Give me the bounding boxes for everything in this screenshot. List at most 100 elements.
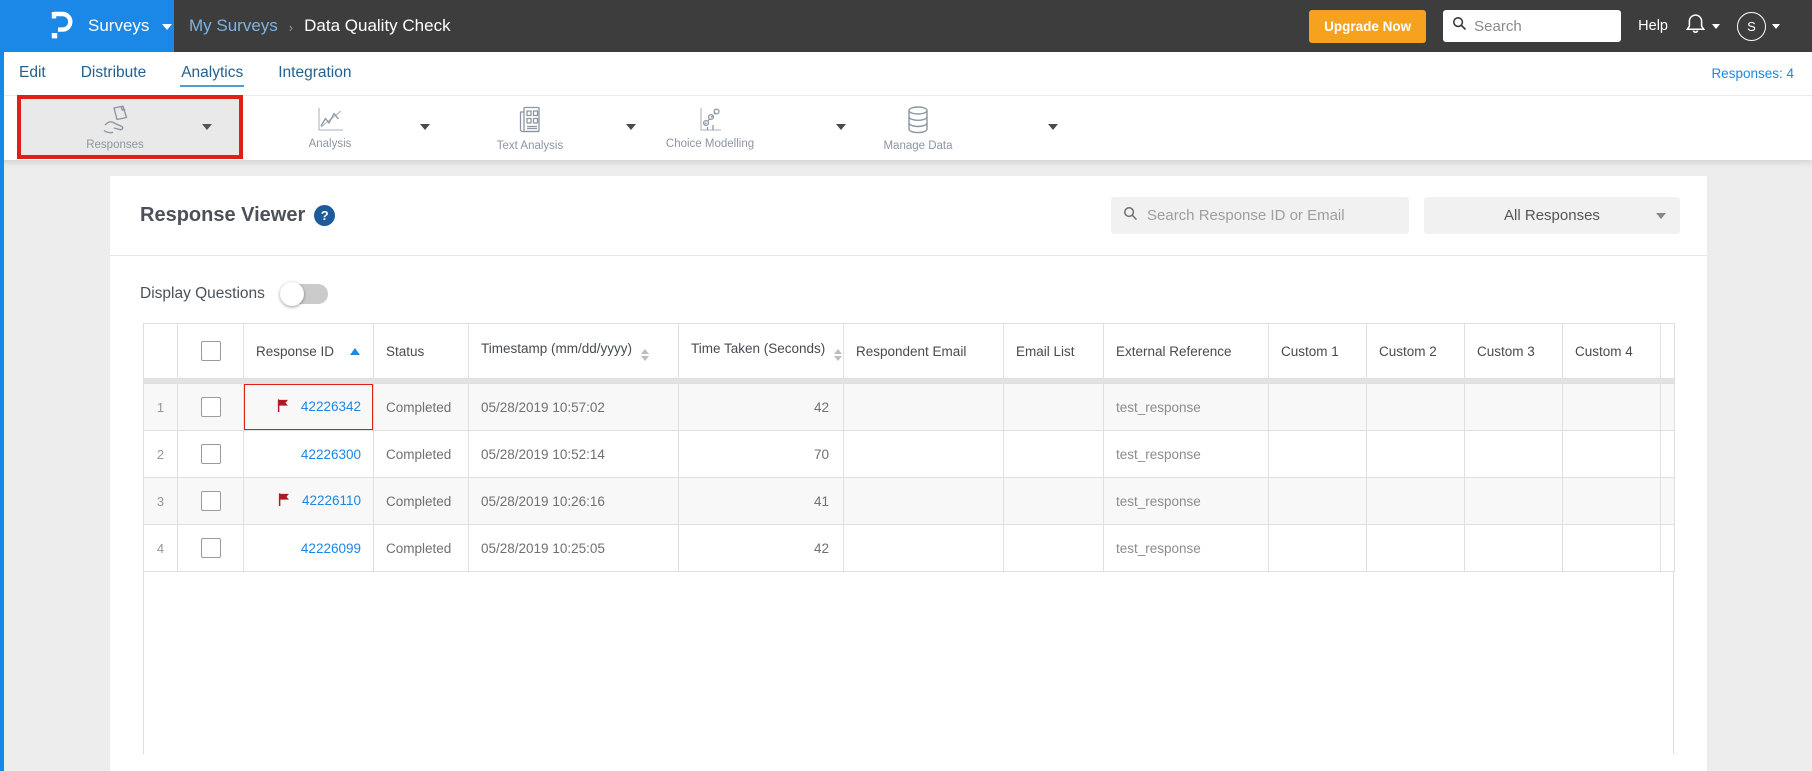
external-reference-cell: test_response: [1103, 477, 1269, 525]
responses-filter-dropdown[interactable]: All Responses: [1424, 197, 1680, 234]
sort-asc-icon: [350, 347, 361, 355]
email-list-cell: [1003, 477, 1104, 525]
overflow-cell: [1660, 524, 1675, 572]
table-row: 1 42226342 Completed 05/28/2019 10:57:02…: [143, 383, 1675, 431]
top-bar: Surveys My Surveys › Data Quality Check …: [0, 0, 1812, 52]
custom2-cell: [1366, 383, 1465, 431]
response-id-link[interactable]: 42226300: [301, 447, 361, 462]
breadcrumb-my-surveys[interactable]: My Surveys: [189, 16, 278, 36]
tab-integration[interactable]: Integration: [277, 61, 352, 87]
help-link[interactable]: Help: [1638, 18, 1668, 34]
toolbar-responses-button[interactable]: Responses: [17, 95, 243, 159]
col-response-id[interactable]: Response ID: [243, 323, 374, 379]
response-id-cell: 42226300: [243, 430, 374, 478]
custom4-cell: [1562, 477, 1661, 525]
col-respondent-email: Respondent Email: [843, 323, 1004, 379]
choice-modelling-dropdown-caret-icon[interactable]: [836, 124, 846, 130]
account-caret-icon: [1772, 23, 1780, 29]
display-questions-toggle[interactable]: [279, 282, 328, 306]
breadcrumb-separator-icon: ›: [288, 19, 294, 35]
tab-analytics[interactable]: Analytics: [180, 61, 245, 87]
responses-icon: [97, 103, 133, 135]
manage-data-icon: [902, 104, 934, 136]
table-row: 3 42226110 Completed 05/28/2019 10:26:16…: [143, 477, 1675, 525]
status-cell: Completed: [373, 383, 469, 431]
col-timestamp[interactable]: Timestamp (mm/dd/yyyy): [468, 323, 679, 379]
custom4-cell: [1562, 524, 1661, 572]
row-checkbox-cell: [177, 477, 244, 525]
custom1-cell: [1268, 477, 1367, 525]
external-reference-cell: test_response: [1103, 383, 1269, 431]
row-checkbox[interactable]: [200, 444, 221, 464]
row-number: 4: [143, 524, 178, 572]
col-status: Status: [373, 323, 469, 379]
global-search-input[interactable]: [1474, 17, 1613, 35]
response-search-box[interactable]: [1111, 197, 1409, 234]
row-number: 3: [143, 477, 178, 525]
respondent-email-cell: [843, 477, 1004, 525]
avatar: S: [1737, 11, 1766, 41]
table-scroll-area: [143, 572, 1674, 754]
response-id-link[interactable]: 42226110: [302, 493, 361, 508]
choice-modelling-icon: [693, 104, 727, 134]
text-analysis-dropdown-caret-icon[interactable]: [626, 124, 636, 130]
toolbar-text-analysis-button[interactable]: Text Analysis: [460, 104, 600, 152]
col-custom-1: Custom 1: [1268, 323, 1367, 379]
response-viewer-panel: Response Viewer ? All Responses Display …: [110, 176, 1707, 771]
analysis-icon: [313, 104, 347, 134]
analysis-dropdown-caret-icon[interactable]: [420, 124, 430, 130]
account-menu[interactable]: S: [1737, 11, 1780, 41]
surveys-menu-caret-icon: [162, 24, 173, 30]
col-custom-3: Custom 3: [1464, 323, 1563, 379]
notifications-menu[interactable]: [1685, 12, 1720, 40]
sort-icon: [834, 349, 843, 361]
row-checkbox[interactable]: [200, 538, 221, 558]
row-checkbox[interactable]: [200, 397, 221, 417]
manage-data-dropdown-caret-icon[interactable]: [1048, 124, 1058, 130]
tab-edit[interactable]: Edit: [18, 61, 47, 87]
col-custom-2: Custom 2: [1366, 323, 1465, 379]
response-id-link[interactable]: 42226099: [301, 541, 361, 556]
upgrade-now-button[interactable]: Upgrade Now: [1309, 9, 1427, 43]
toolbar-choice-modelling-button[interactable]: Choice Modelling: [640, 104, 780, 150]
global-search-box[interactable]: [1443, 10, 1622, 42]
tab-distribute[interactable]: Distribute: [80, 61, 147, 87]
surveys-menu[interactable]: Surveys: [0, 0, 174, 52]
custom1-cell: [1268, 524, 1367, 572]
nav-bar: Edit Distribute Analytics Integration Re…: [0, 52, 1812, 95]
external-reference-cell: test_response: [1103, 524, 1269, 572]
response-id-link[interactable]: 42226342: [301, 399, 361, 414]
col-custom-4: Custom 4: [1562, 323, 1661, 379]
custom3-cell: [1464, 430, 1563, 478]
toolbar-manage-data-button[interactable]: Manage Data: [848, 104, 988, 152]
responses-dropdown-caret-icon[interactable]: [202, 124, 212, 130]
table-row: 4 42226099 Completed 05/28/2019 10:25:05…: [143, 524, 1675, 572]
custom1-cell: [1268, 430, 1367, 478]
status-cell: Completed: [373, 524, 469, 572]
col-time-taken[interactable]: Time Taken (Seconds): [678, 323, 844, 379]
breadcrumb-current-page: Data Quality Check: [304, 16, 451, 35]
time-taken-cell: 41: [678, 477, 844, 525]
select-all-checkbox[interactable]: [200, 341, 221, 361]
search-icon: [1123, 206, 1138, 226]
respondent-email-cell: [843, 524, 1004, 572]
analytics-toolbar: Responses Analysis Text Analysis Choice …: [0, 95, 1812, 160]
response-id-cell: 42226110: [243, 477, 374, 525]
notifications-caret-icon: [1712, 23, 1720, 29]
toolbar-analysis-button[interactable]: Analysis: [260, 104, 400, 150]
respondent-email-cell: [843, 430, 1004, 478]
row-checkbox[interactable]: [200, 491, 221, 511]
custom4-cell: [1562, 383, 1661, 431]
responses-table-zone: Response ID Status Timestamp (mm/dd/yyyy…: [143, 323, 1675, 754]
page-title: Response Viewer: [140, 204, 306, 226]
row-checkbox-cell: [177, 524, 244, 572]
row-number: 1: [143, 383, 178, 431]
toolbar-item-label: Choice Modelling: [665, 138, 755, 150]
help-icon[interactable]: ?: [314, 205, 336, 226]
overflow-cell: [1660, 383, 1675, 431]
breadcrumb: My Surveys › Data Quality Check: [189, 16, 451, 36]
display-questions-label: Display Questions: [140, 285, 265, 302]
response-search-input[interactable]: [1147, 207, 1397, 224]
time-taken-cell: 42: [678, 383, 844, 431]
custom3-cell: [1464, 477, 1563, 525]
